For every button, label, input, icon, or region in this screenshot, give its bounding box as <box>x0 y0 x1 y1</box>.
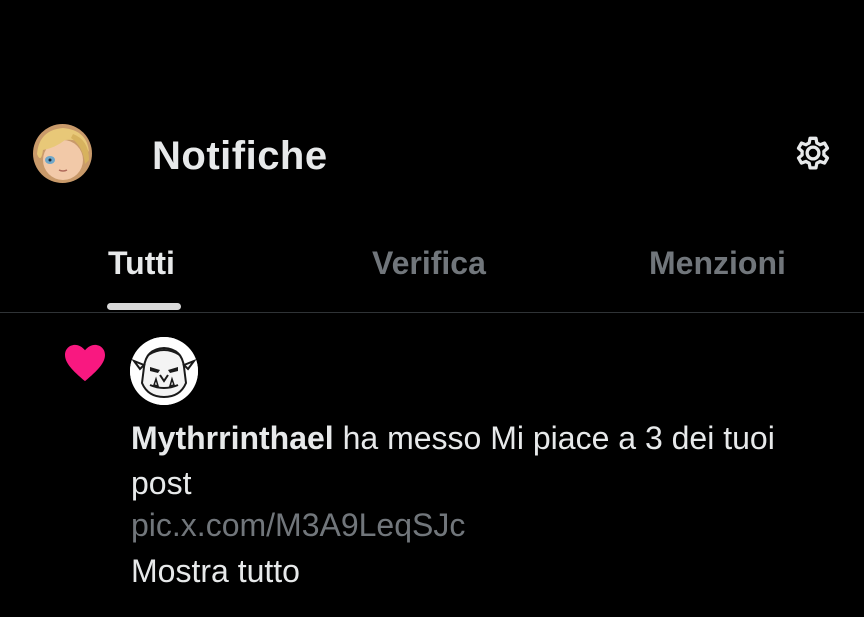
orc-avatar-icon <box>130 337 198 405</box>
heart-icon <box>65 344 105 382</box>
profile-avatar[interactable] <box>33 124 92 183</box>
active-tab-indicator <box>107 303 181 310</box>
tab-verifica[interactable]: Verifica <box>372 245 486 282</box>
tab-bar: Tutti Verifica Menzioni <box>0 215 864 313</box>
settings-button[interactable] <box>790 130 836 176</box>
notification-username[interactable]: Mythrrinthael <box>131 420 334 456</box>
tab-menzioni[interactable]: Menzioni <box>649 245 786 282</box>
user-avatar-anime-icon <box>33 124 92 183</box>
tab-tutti[interactable]: Tutti <box>108 245 175 282</box>
show-all-link[interactable]: Mostra tutto <box>131 553 300 590</box>
notification-user-avatar[interactable] <box>130 337 198 405</box>
media-link[interactable]: pic.x.com/M3A9LeqSJc <box>131 507 465 544</box>
page-title: Notifiche <box>152 134 328 178</box>
notification-message: Mythrrinthael ha messo Mi piace a 3 dei … <box>131 416 831 506</box>
gear-icon <box>796 136 830 170</box>
top-header: Notifiche <box>0 0 864 215</box>
